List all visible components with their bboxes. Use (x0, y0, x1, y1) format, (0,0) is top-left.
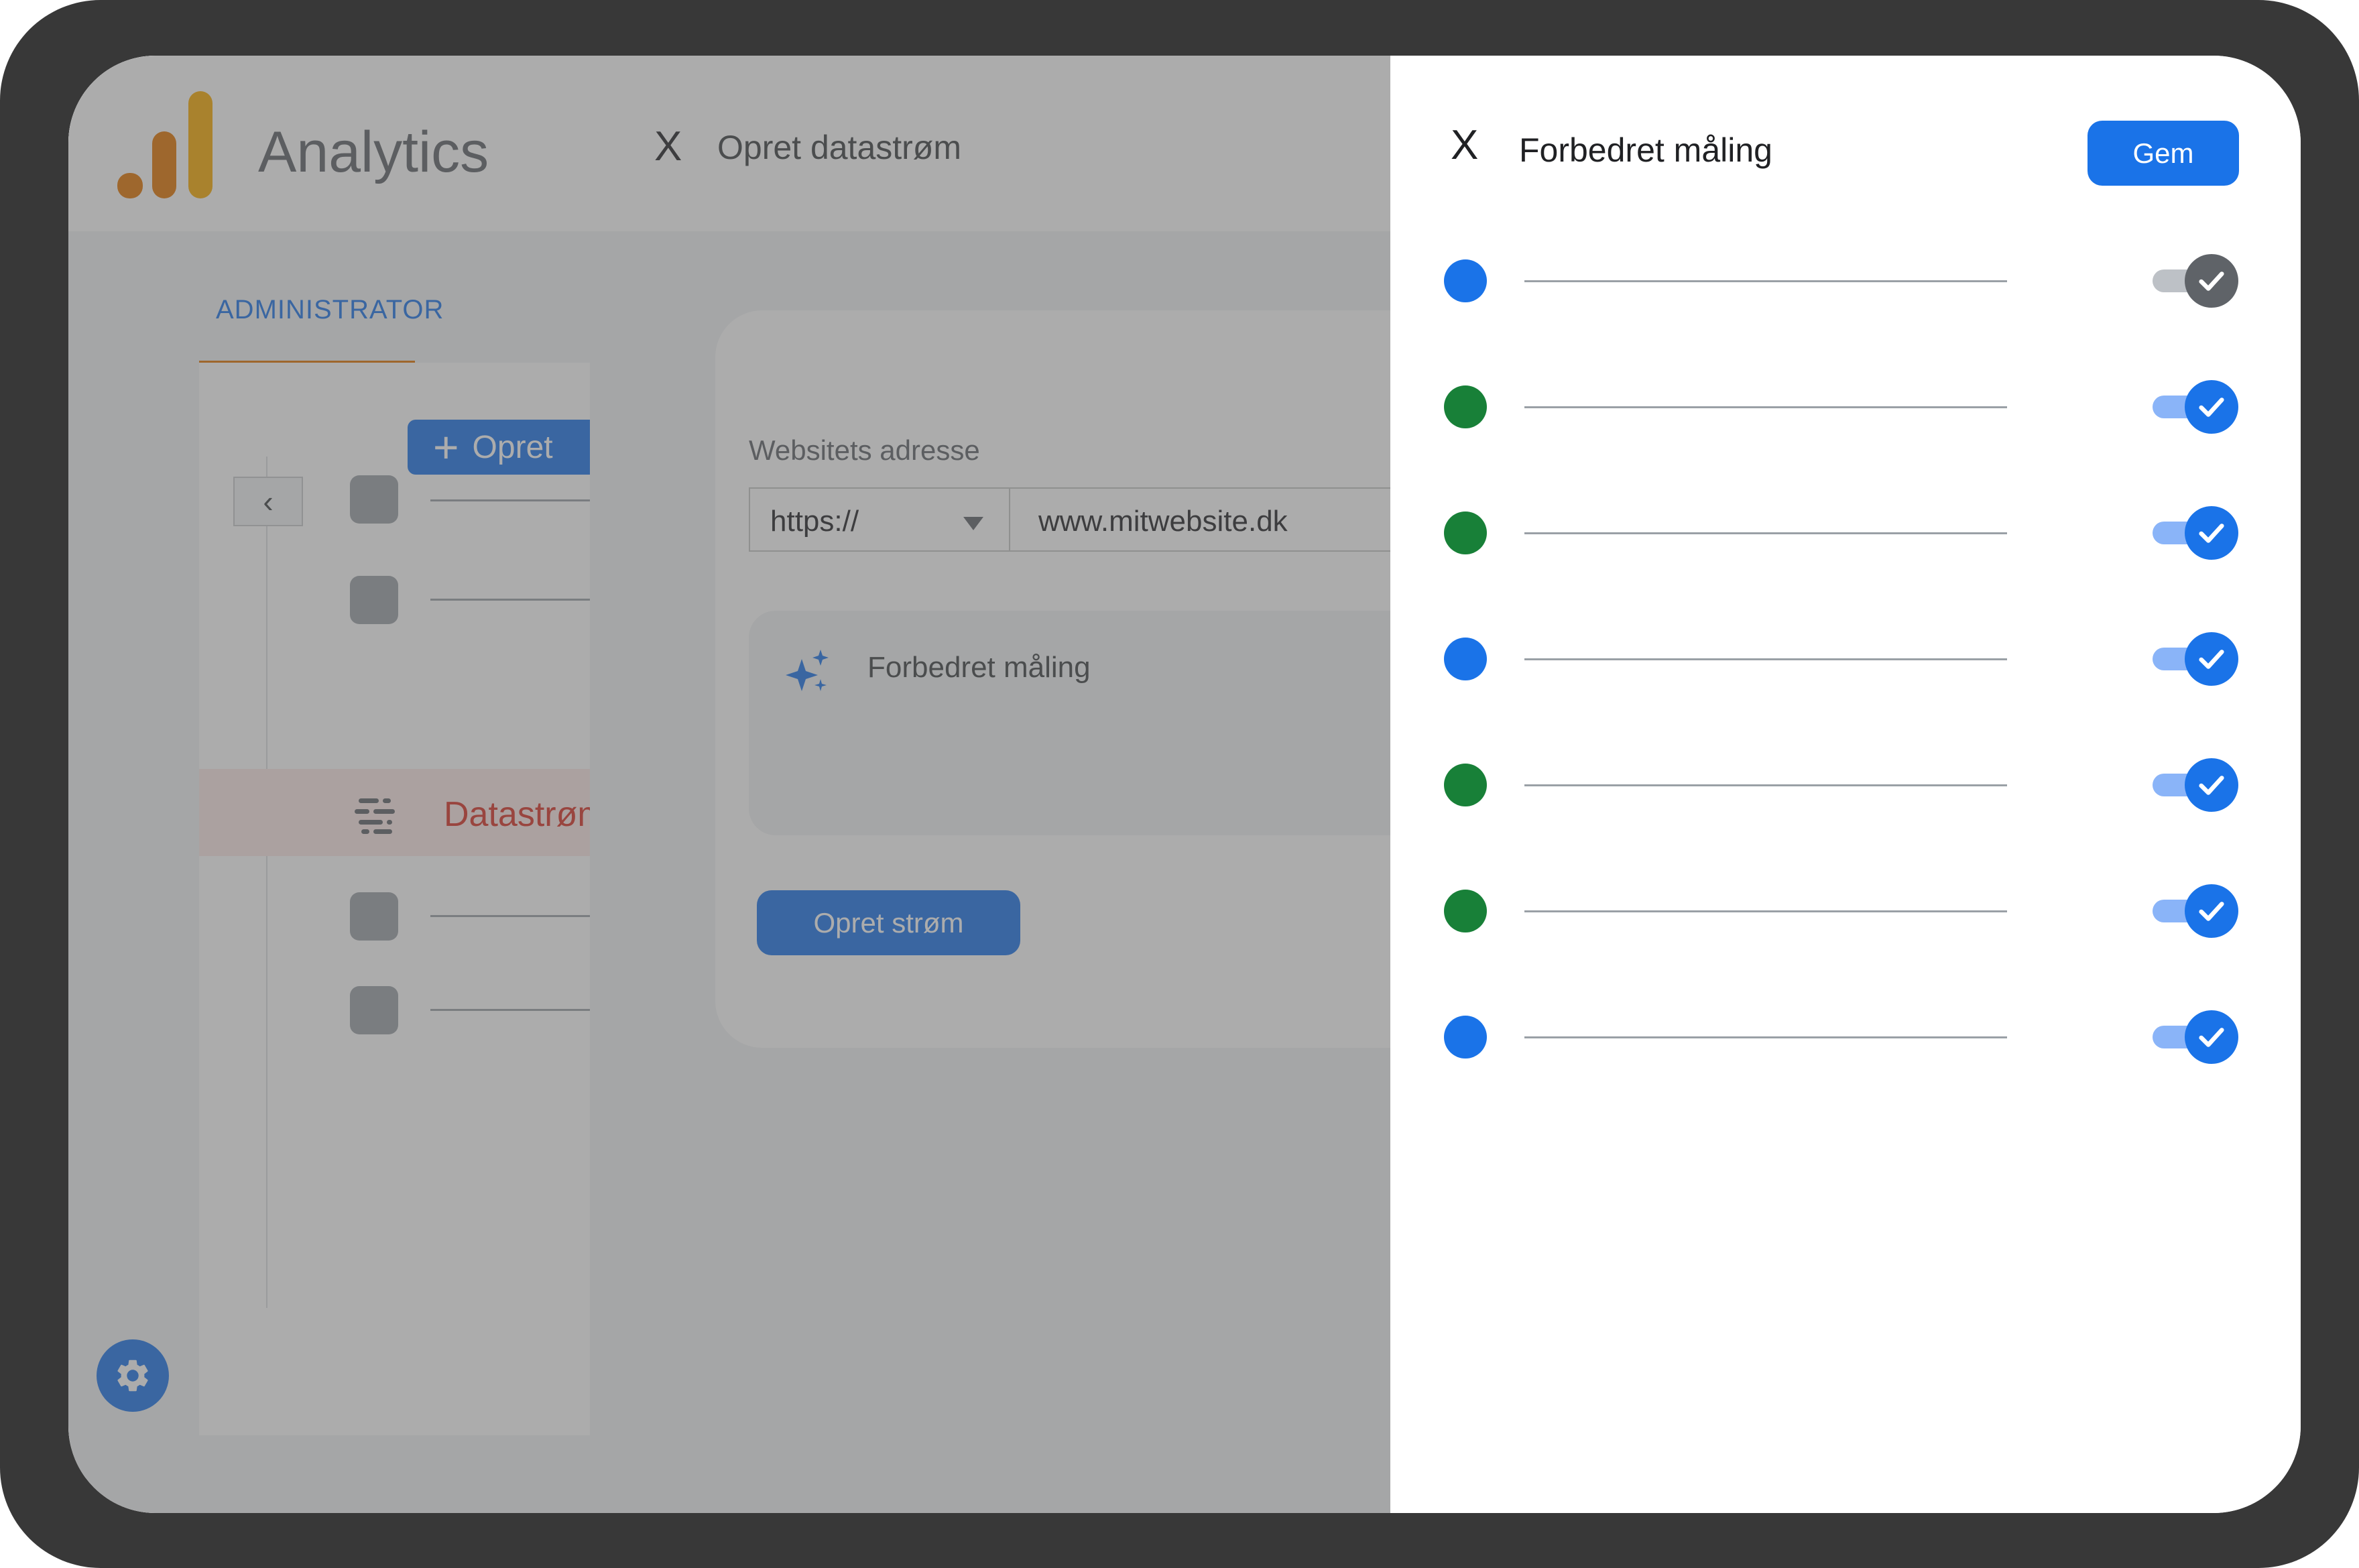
checkmark-icon (2199, 1028, 2224, 1047)
checkmark-icon (2199, 398, 2224, 417)
status-dot-icon (1444, 890, 1487, 932)
status-dot-icon (1444, 511, 1487, 554)
enhanced-measurement-drawer: X Forbedret måling Gem (1390, 56, 2301, 1513)
row-label-placeholder (1524, 910, 2007, 912)
measurement-row (1390, 1004, 2301, 1071)
toggle-knob (2185, 254, 2238, 308)
measurement-row (1390, 247, 2301, 314)
status-dot-icon (1444, 259, 1487, 302)
checkmark-icon (2199, 272, 2224, 291)
measurement-toggle[interactable] (2153, 757, 2240, 813)
row-label-placeholder (1524, 1036, 2007, 1038)
measurement-toggle[interactable] (2153, 505, 2240, 561)
toggle-knob (2185, 758, 2238, 812)
measurement-toggle[interactable] (2153, 631, 2240, 687)
checkmark-icon (2199, 650, 2224, 669)
close-icon[interactable]: X (1451, 125, 1478, 166)
row-label-placeholder (1524, 658, 2007, 660)
modal-overlay[interactable] (68, 56, 1390, 1513)
status-dot-icon (1444, 1016, 1487, 1059)
screen: Analytics X Opret datastrøm ADMINISTRATO… (68, 56, 2301, 1513)
checkmark-icon (2199, 524, 2224, 543)
toggle-knob (2185, 884, 2238, 938)
measurement-row (1390, 625, 2301, 692)
status-dot-icon (1444, 764, 1487, 806)
save-button[interactable]: Gem (2088, 121, 2239, 186)
status-dot-icon (1444, 638, 1487, 680)
status-dot-icon (1444, 385, 1487, 428)
drawer-title: Forbedret måling (1519, 131, 1772, 169)
measurement-row (1390, 499, 2301, 566)
row-label-placeholder (1524, 784, 2007, 786)
toggle-knob (2185, 380, 2238, 434)
toggle-knob (2185, 506, 2238, 560)
measurement-toggle[interactable] (2153, 1009, 2240, 1065)
measurement-toggle[interactable] (2153, 379, 2240, 435)
device-frame: Analytics X Opret datastrøm ADMINISTRATO… (0, 0, 2359, 1568)
toggle-knob (2185, 1010, 2238, 1064)
row-label-placeholder (1524, 280, 2007, 282)
toggle-knob (2185, 632, 2238, 686)
checkmark-icon (2199, 902, 2224, 921)
row-label-placeholder (1524, 532, 2007, 534)
measurement-row (1390, 751, 2301, 819)
row-label-placeholder (1524, 406, 2007, 408)
measurement-toggle[interactable] (2153, 883, 2240, 939)
measurement-row (1390, 373, 2301, 440)
checkmark-icon (2199, 776, 2224, 795)
measurement-toggle[interactable] (2153, 253, 2240, 309)
measurement-row (1390, 878, 2301, 945)
